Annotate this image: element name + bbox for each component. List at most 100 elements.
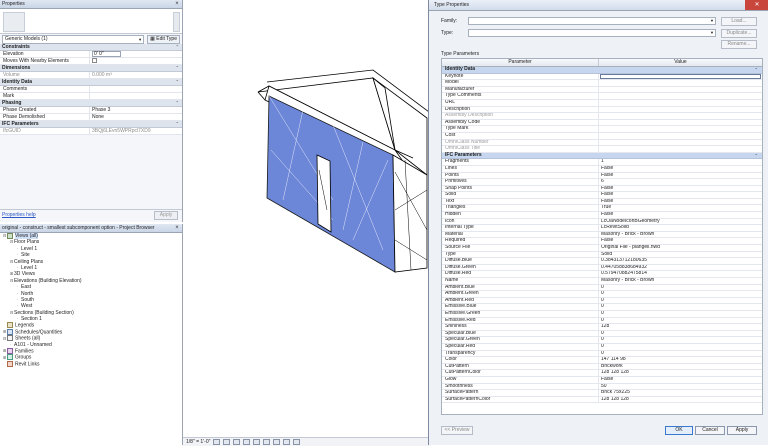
family-dropdown[interactable]: ▼ (468, 16, 716, 25)
view-canvas[interactable] (183, 0, 430, 437)
dialog-titlebar[interactable]: Type Properties ✕ (429, 0, 768, 11)
parameter-value[interactable]: Brickwork (599, 364, 762, 370)
elevation-input[interactable]: 0' 0" (92, 51, 121, 57)
parameter-value[interactable]: Original File - piangeli.nwd (599, 245, 762, 251)
close-icon[interactable]: ✕ (745, 0, 768, 10)
parameter-value[interactable]: 0 (599, 304, 762, 310)
duplicate-button[interactable]: Duplicate... (721, 29, 757, 38)
parameter-value[interactable]: LcOaNodeIconBGeometry (599, 219, 762, 225)
parameter-value[interactable]: 128 128 128 (599, 370, 762, 376)
parameter-value[interactable]: False (599, 186, 762, 192)
close-icon[interactable]: × (174, 0, 180, 8)
cancel-button[interactable]: Cancel (695, 426, 725, 435)
rename-button[interactable]: Rename... (721, 40, 757, 49)
parameter-value[interactable]: Brick 75x225 (599, 390, 762, 396)
parameter-value[interactable] (599, 120, 762, 126)
parameter-value[interactable]: False (599, 377, 762, 383)
parameter-value[interactable]: 0.384313712180635 (599, 258, 762, 264)
sun-path-icon[interactable] (233, 439, 241, 445)
parameter-value[interactable]: 0 (599, 351, 762, 357)
chevron-up-icon[interactable]: ⌃ (176, 44, 179, 50)
hide-isolate-icon[interactable] (283, 439, 291, 445)
parameter-value[interactable] (599, 107, 762, 113)
parameter-value[interactable]: 0 (599, 285, 762, 291)
load-button[interactable]: Load... (721, 17, 757, 26)
parameter-value[interactable]: False (599, 192, 762, 198)
parameter-value[interactable]: 6 (599, 179, 762, 185)
property-value[interactable] (90, 86, 182, 92)
model-3d-view[interactable] (183, 0, 430, 437)
parameter-value[interactable]: 0 (599, 291, 762, 297)
chevron-up-icon[interactable]: ⌃ (755, 153, 758, 159)
column-header-value[interactable]: Value (599, 59, 762, 66)
render-icon[interactable] (253, 439, 261, 445)
properties-section-header[interactable]: Constraints ⌃ (0, 44, 182, 51)
ok-button[interactable]: OK (665, 426, 693, 435)
property-value[interactable]: Phase 3 (90, 107, 182, 113)
project-browser-titlebar[interactable]: original - construct - smallest subcompo… (0, 224, 182, 233)
type-dropdown[interactable]: ▼ (468, 28, 716, 37)
parameter-value[interactable]: 0 (599, 298, 762, 304)
parameter-value[interactable]: 0 (599, 331, 762, 337)
chevron-up-icon[interactable]: ⌃ (176, 65, 179, 71)
parameter-group-header[interactable]: IFC Parameters ⌃ (442, 152, 762, 160)
type-scroll-button[interactable] (173, 12, 180, 32)
parameter-value[interactable]: 0 (599, 344, 762, 350)
preview-button[interactable]: << Preview (441, 426, 473, 435)
parameter-value[interactable]: LcRevitSolid (599, 225, 762, 231)
tree-item[interactable]: Revit Links (0, 360, 182, 367)
parameter-group-header[interactable]: Identity Data ⌃ (442, 66, 762, 74)
parameter-value[interactable]: 147 114 98 (599, 357, 762, 363)
parameter-value[interactable] (600, 73, 761, 80)
parameter-value[interactable]: 0 (599, 318, 762, 324)
parameter-value[interactable]: False (599, 212, 762, 218)
apply-button[interactable]: Apply (154, 211, 178, 220)
parameter-value[interactable]: 0.447058838684932 (599, 265, 762, 271)
properties-titlebar[interactable]: Properties × (0, 0, 182, 9)
parameter-value[interactable]: 0 (599, 311, 762, 317)
parameter-value[interactable]: False (599, 166, 762, 172)
type-selector-preview[interactable] (0, 9, 182, 34)
edit-type-button[interactable]: ▦ Edit Type (147, 35, 180, 44)
parameter-value[interactable] (599, 100, 762, 106)
visual-style-icon[interactable] (223, 439, 231, 445)
parameter-value[interactable]: Solid (599, 252, 762, 258)
parameter-value[interactable]: True (599, 205, 762, 211)
column-header-parameter[interactable]: Parameter (442, 59, 599, 66)
dialog-apply-button[interactable]: Apply (727, 426, 757, 435)
crop-view-icon[interactable] (263, 439, 271, 445)
parameter-value[interactable]: 128 128 128 (599, 397, 762, 403)
view-scale[interactable]: 1/8" = 1'-0" (186, 439, 210, 445)
chevron-up-icon[interactable]: ⌃ (176, 100, 179, 106)
shadows-icon[interactable] (243, 439, 251, 445)
parameter-value[interactable]: 1 (599, 159, 762, 165)
parameter-value[interactable] (599, 87, 762, 93)
properties-section-header[interactable]: Dimensions ⌃ (0, 65, 182, 72)
parameter-value[interactable] (599, 133, 762, 139)
reveal-hidden-icon[interactable] (293, 439, 301, 445)
parameter-value[interactable] (599, 126, 762, 132)
chevron-up-icon[interactable]: ⌃ (176, 79, 179, 85)
parameter-value[interactable]: False (599, 238, 762, 244)
chevron-up-icon[interactable]: ⌃ (176, 121, 179, 127)
chevron-up-icon[interactable]: ⌃ (755, 67, 758, 73)
properties-section-header[interactable]: Identity Data ⌃ (0, 79, 182, 86)
parameter-value[interactable]: 128 (599, 324, 762, 330)
checkbox[interactable] (92, 58, 97, 64)
parameter-value[interactable]: Masonry - Brick - Brown (599, 278, 762, 284)
property-value[interactable]: None (90, 114, 182, 120)
property-value[interactable] (90, 58, 182, 64)
parameter-value[interactable]: 0.579470882475814 (599, 271, 762, 277)
parameter-value[interactable] (599, 93, 762, 99)
parameter-value[interactable]: 50 (599, 384, 762, 390)
parameter-value[interactable]: False (599, 173, 762, 179)
parameter-value[interactable] (599, 80, 762, 86)
parameter-value[interactable]: Masonry - Brick - Brown (599, 232, 762, 238)
properties-section-header[interactable]: Phasing ⌃ (0, 100, 182, 107)
parameter-value[interactable]: 0 (599, 337, 762, 343)
detail-level-icon[interactable] (213, 439, 221, 445)
lock-view-icon[interactable] (273, 439, 281, 445)
property-value[interactable]: 0' 0" (90, 51, 182, 57)
property-value[interactable] (90, 93, 182, 99)
close-icon[interactable]: × (174, 224, 180, 232)
